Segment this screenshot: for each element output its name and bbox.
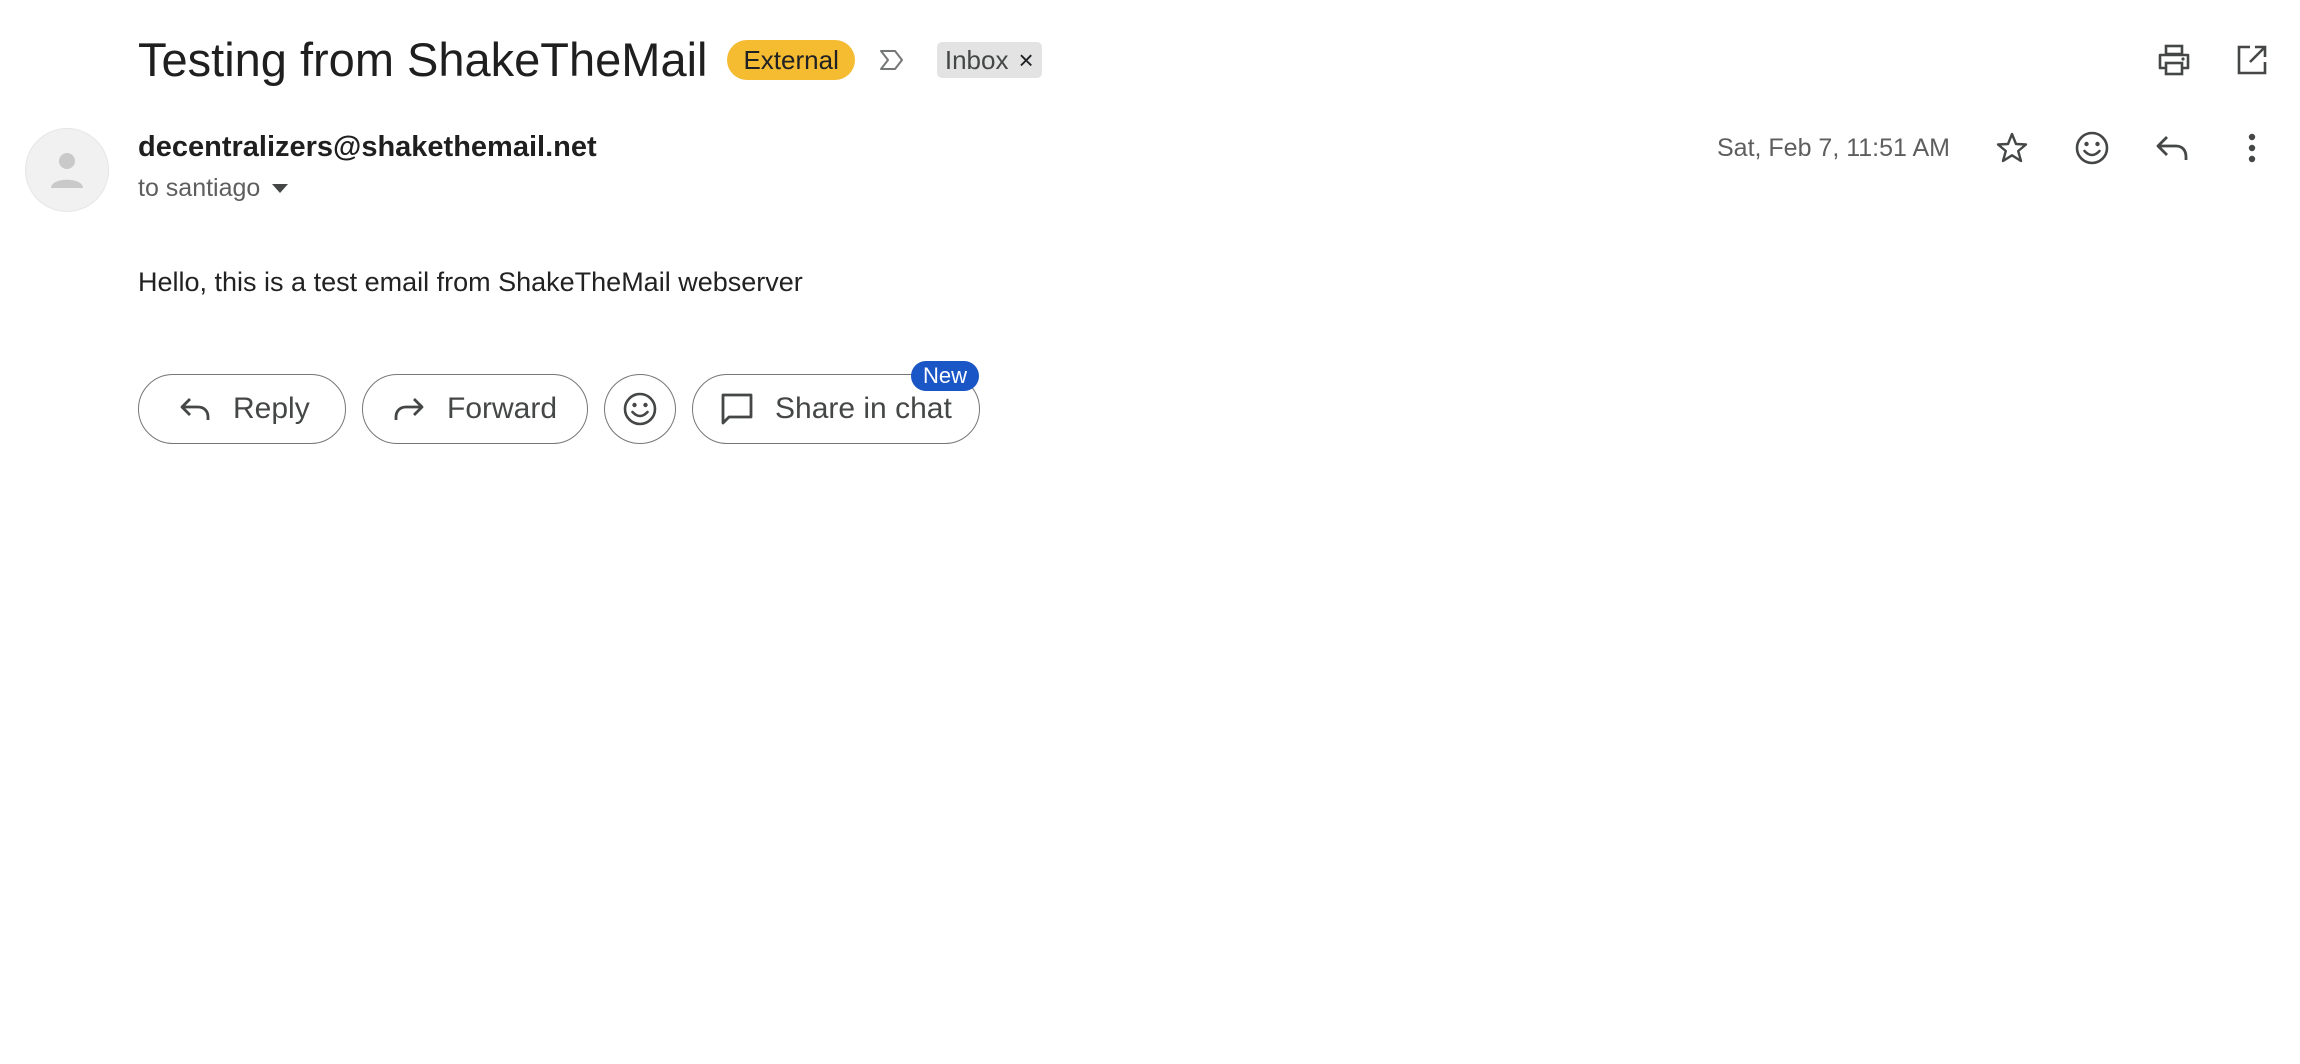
open-in-new-window-icon[interactable] [2228, 36, 2276, 84]
sender-address[interactable]: decentralizers@shakethemail.net [138, 128, 597, 166]
reply-icon [177, 391, 213, 427]
email-view: Testing from ShakeTheMail External Inbox… [0, 0, 2300, 1064]
chevron-down-icon[interactable] [272, 183, 289, 193]
inbox-label[interactable]: Inbox × [936, 42, 1042, 78]
star-icon[interactable] [1988, 124, 2036, 172]
top-actions [2150, 36, 2276, 84]
more-vert-icon[interactable] [2228, 124, 2276, 172]
email-body: Hello, this is a test email from ShakeTh… [138, 267, 803, 297]
external-label[interactable]: External [727, 40, 855, 80]
reply-actions: Reply Forward Share in chat New [138, 361, 980, 444]
importance-marker-icon[interactable] [877, 45, 907, 75]
emoji-reaction-button[interactable] [604, 374, 676, 444]
inbox-label-text: Inbox [944, 45, 1009, 75]
forward-button-label: Forward [447, 392, 558, 425]
chat-bubble-icon [719, 391, 755, 427]
subject-row: Testing from ShakeTheMail External Inbox… [138, 30, 1042, 90]
remove-label-icon[interactable]: × [1018, 42, 1033, 78]
forward-button[interactable]: Forward [362, 374, 588, 444]
reply-button[interactable]: Reply [138, 374, 346, 444]
person-icon [51, 153, 83, 188]
reply-icon[interactable] [2148, 124, 2196, 172]
print-icon[interactable] [2150, 36, 2198, 84]
recipients-text: to santiago [138, 174, 261, 202]
reply-button-label: Reply [233, 392, 310, 425]
emoji-icon [623, 392, 657, 426]
new-badge: New [910, 361, 979, 391]
recipients-row[interactable]: to santiago [138, 170, 289, 206]
message-date: Sat, Feb 7, 11:51 AM [1716, 133, 1950, 162]
email-subject: Testing from ShakeTheMail [138, 33, 708, 86]
share-in-chat-button[interactable]: Share in chat New [692, 361, 980, 444]
sender-avatar[interactable] [25, 128, 109, 212]
emoji-reaction-icon[interactable] [2068, 124, 2116, 172]
forward-icon [391, 391, 427, 427]
share-in-chat-label: Share in chat [775, 392, 952, 425]
message-header-actions: Sat, Feb 7, 11:51 AM [1717, 124, 2276, 172]
